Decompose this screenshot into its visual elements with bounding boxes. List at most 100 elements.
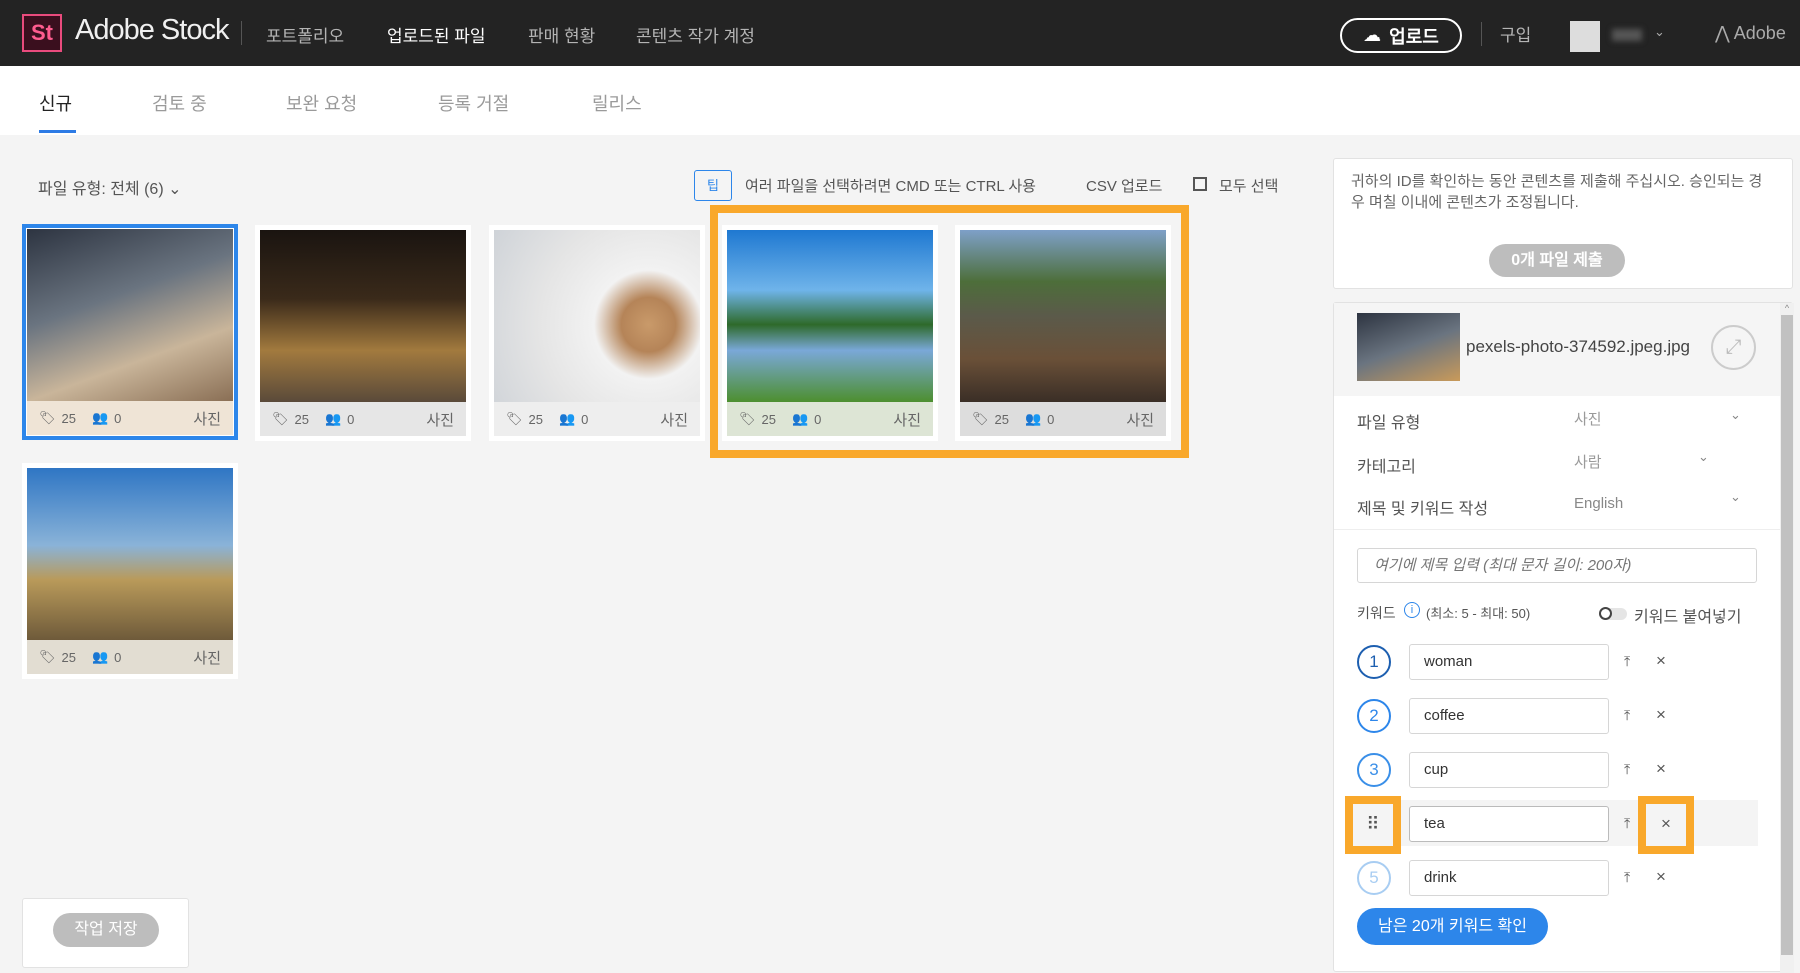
tile-footer: 🏷 25 👥 0 사진 [27,640,233,674]
nav-buy[interactable]: 구입 [1500,21,1531,46]
people-icon: 👥 [91,649,109,664]
scrollbar[interactable]: ^ [1780,303,1794,973]
file-type: 사진 [893,411,921,429]
username-blurred[interactable] [1612,29,1642,41]
keyword-count: 25 [61,649,76,665]
scroll-up-icon[interactable]: ^ [1780,303,1794,313]
nav-sales[interactable]: 판매 현황 [528,22,595,47]
tag-icon: 🏷 [506,411,523,426]
keyword-number: 2 [1357,699,1391,733]
chevron-down-icon: ⌄ [168,181,182,198]
file-tile[interactable]: 🏷 25 👥 0 사진 [255,225,471,441]
avatar[interactable] [1570,21,1600,52]
remove-keyword-icon[interactable]: × [1656,651,1666,671]
adobe-icon: ⋀ [1715,23,1734,43]
keyword-count: 25 [994,411,1009,427]
chevron-down-icon[interactable]: ⌄ [1698,449,1709,465]
title-input[interactable] [1357,548,1757,583]
file-detail-panel: pexels-photo-374592.jpeg.jpg ⤢ 파일 유형 사진 … [1333,302,1794,973]
selected-thumbnail [1357,313,1460,381]
language-select[interactable]: English [1574,495,1623,512]
keyword-input[interactable]: woman [1409,644,1609,680]
remove-keyword-icon[interactable]: × [1656,705,1666,725]
move-to-top-icon[interactable]: ⤒ [1624,761,1630,778]
file-type: 사진 [660,411,688,429]
nav-contributor-account[interactable]: 콘텐츠 작가 계정 [636,22,755,47]
scrollbar-thumb[interactable] [1781,315,1793,955]
chevron-down-icon[interactable]: ⌄ [1654,24,1665,40]
move-to-top-icon[interactable]: ⤒ [1624,869,1630,886]
keyword-input[interactable]: coffee [1409,698,1609,734]
remove-keyword-icon[interactable]: × [1638,796,1694,854]
file-tile[interactable]: 🏷 25 👥 0 사진 [489,225,705,441]
tab-new[interactable]: 신규 [39,90,72,116]
chevron-down-icon[interactable]: ⌄ [1730,489,1741,505]
paste-keywords-label[interactable]: 키워드 붙여넣기 [1634,603,1742,627]
tab-releases[interactable]: 릴리스 [592,90,642,116]
file-type: 사진 [1126,411,1154,429]
file-type-select[interactable]: 사진 [1574,408,1602,429]
brand-name[interactable]: Adobe Stock [75,14,229,47]
keyword-input[interactable]: tea [1409,806,1609,842]
nav-portfolio[interactable]: 포트폴리오 [266,22,344,47]
people-icon: 👥 [558,411,576,426]
tile-footer: 🏷 25 👥 0 사진 [27,401,233,435]
select-all-label[interactable]: 모두 선택 [1219,175,1278,196]
release-count: 0 [347,411,355,427]
select-all-checkbox[interactable] [1193,177,1207,191]
adobe-stock-logo[interactable]: St [22,14,62,52]
tab-action-required[interactable]: 보완 요청 [286,90,357,116]
release-count: 0 [1047,411,1055,427]
people-icon: 👥 [91,410,109,425]
field-label: 카테고리 [1357,459,1416,476]
paste-keywords-toggle[interactable] [1599,607,1627,620]
file-tile[interactable]: 🏷 25 👥 0 사진 [722,225,938,441]
tile-footer: 🏷 25 👥 0 사진 [727,402,933,436]
info-icon[interactable]: i [1404,602,1420,618]
move-to-top-icon[interactable]: ⤒ [1624,653,1630,670]
drag-handle-icon[interactable]: ⠿ [1345,796,1401,854]
release-count: 0 [581,411,589,427]
show-more-keywords-button[interactable]: 남은 20개 키워드 확인 [1357,908,1548,945]
csv-upload-link[interactable]: CSV 업로드 [1086,175,1162,196]
upload-label: 업로드 [1389,26,1439,47]
people-icon: 👥 [324,411,342,426]
remove-keyword-icon[interactable]: × [1656,867,1666,887]
expand-icon[interactable]: ⤢ [1711,325,1756,370]
file-type-filter[interactable]: 파일 유형: 전체 (6) ⌄ [38,175,182,199]
upload-button[interactable]: ☁ 업로드 [1340,18,1462,53]
release-count: 0 [814,411,822,427]
file-tile[interactable]: 🏷 25 👥 0 사진 [22,224,238,440]
file-type: 사진 [426,411,454,429]
move-to-top-icon[interactable]: ⤒ [1624,815,1630,832]
save-work-button[interactable]: 작업 저장 [53,913,159,947]
release-count: 0 [114,649,122,665]
status-tabs: 신규 검토 중 보완 요청 등록 거절 릴리스 [0,66,1800,135]
people-icon: 👥 [791,411,809,426]
divider [241,21,242,45]
keyword-count: 25 [61,410,76,426]
category-select[interactable]: 사람 [1574,451,1602,472]
nav-uploaded-files[interactable]: 업로드된 파일 [387,22,486,47]
file-tile[interactable]: 🏷 25 👥 0 사진 [955,225,1171,441]
thumbnail-people-coffee [27,229,233,401]
tab-in-review[interactable]: 검토 중 [152,90,207,116]
tag-icon: 🏷 [739,411,756,426]
people-icon: 👥 [1024,411,1042,426]
thumbnail-coffee-cup [494,230,700,402]
keyword-number: 5 [1357,861,1391,895]
submit-files-button[interactable]: 0개 파일 제출 [1489,244,1625,277]
tile-footer: 🏷 25 👥 0 사진 [960,402,1166,436]
keyword-input[interactable]: drink [1409,860,1609,896]
remove-keyword-icon[interactable]: × [1656,759,1666,779]
chevron-down-icon[interactable]: ⌄ [1730,407,1741,423]
file-tile[interactable]: 🏷 25 👥 0 사진 [22,463,238,679]
submit-card: 귀하의 ID를 확인하는 동안 콘텐츠를 제출해 주십시오. 승인되는 경우 며… [1333,158,1793,289]
tab-rejected[interactable]: 등록 거절 [438,90,509,116]
keyword-input[interactable]: cup [1409,752,1609,788]
move-to-top-icon[interactable]: ⤒ [1624,707,1630,724]
thumbnail-night-square [260,230,466,402]
keyword-number: 3 [1357,753,1391,787]
field-label: 제목 및 키워드 작성 [1357,501,1489,518]
adobe-logo[interactable]: ⋀ Adobe [1715,23,1786,44]
